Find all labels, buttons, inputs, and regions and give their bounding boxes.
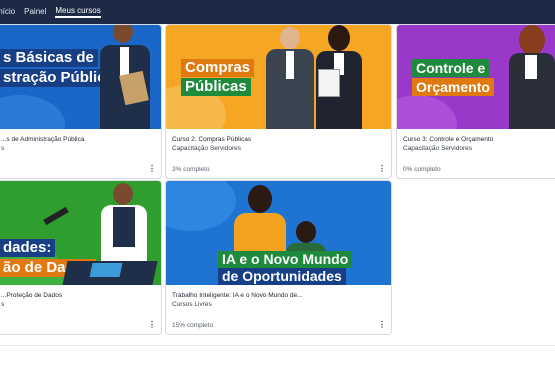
course-card[interactable]: s Básicas de stração Pública ...s de Adm… (0, 24, 162, 179)
course-title[interactable]: ...Proteção de Dados (1, 292, 155, 300)
banner-title-line: Controle e (412, 59, 490, 77)
course-banner-image[interactable]: s Básicas de stração Pública (0, 25, 161, 129)
nav-home[interactable]: Início (0, 7, 15, 18)
footer-divider (0, 345, 555, 346)
nav-dashboard[interactable]: Painel (24, 7, 46, 18)
course-title[interactable]: Trabalho Inteligente: IA e o Novo Mundo … (172, 292, 385, 300)
course-banner-image[interactable]: Compras Públicas (166, 25, 391, 129)
person-illustration (266, 27, 314, 129)
more-options-icon[interactable]: ⋮ (378, 320, 386, 329)
course-progress: 15% completo (172, 322, 214, 329)
person-illustration (100, 25, 150, 129)
nav-my-courses[interactable]: Meus cursos (55, 6, 101, 18)
banner-title-line: s Básicas de (0, 49, 98, 67)
course-progress: 3% completo (172, 166, 210, 173)
banner-title-line: Compras (181, 59, 255, 77)
course-category: s (1, 301, 5, 308)
course-category: s (1, 145, 5, 152)
course-category: Capacitação Servidores (403, 145, 473, 152)
course-progress: 0% completo (403, 166, 441, 173)
course-banner-image[interactable]: IA e o Novo Mundo de Oportunidades (166, 181, 391, 285)
course-title[interactable]: Curso 2: Compras Públicas (172, 136, 385, 144)
course-card[interactable]: Compras Públicas Curso 2: Compras Públic… (165, 24, 392, 179)
course-title[interactable]: Curso 3: Controle e Orçamento (403, 136, 555, 144)
more-options-icon[interactable]: ⋮ (148, 164, 156, 173)
banner-title-line: Orçamento (412, 78, 494, 96)
banner-title-line: Públicas (181, 78, 251, 96)
banner-title-line: dades: (0, 239, 56, 257)
course-category: Cursos Livres (172, 301, 212, 308)
course-card[interactable]: Controle e Orçamento Curso 3: Controle e… (396, 24, 555, 179)
top-navbar: Início Painel Meus cursos (0, 0, 555, 24)
course-card[interactable]: dades: ão de Dados ...Proteção de Dados … (0, 180, 162, 335)
person-illustration (509, 25, 555, 129)
course-category: Capacitação Servidores (172, 145, 242, 152)
banner-title-line: de Oportunidades (218, 268, 346, 285)
more-options-icon[interactable]: ⋮ (378, 164, 386, 173)
course-banner-image[interactable]: dades: ão de Dados (0, 181, 161, 285)
course-card[interactable]: IA e o Novo Mundo de Oportunidades Traba… (165, 180, 392, 335)
course-title[interactable]: ...s de Administração Pública (1, 136, 155, 144)
course-banner-image[interactable]: Controle e Orçamento (397, 25, 555, 129)
banner-title-line: IA e o Novo Mundo (218, 251, 353, 268)
more-options-icon[interactable]: ⋮ (148, 320, 156, 329)
